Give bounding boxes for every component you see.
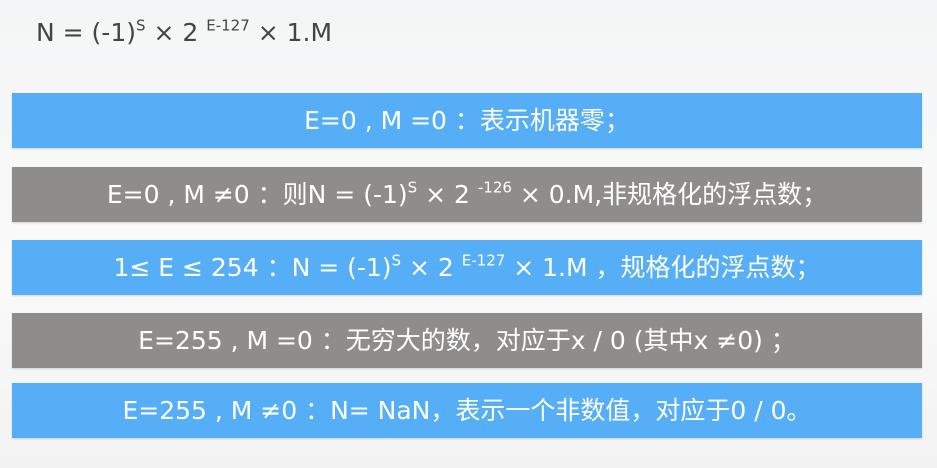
rule-sup: -126 bbox=[477, 178, 512, 196]
formula-text: N = (-1) bbox=[36, 18, 136, 47]
rule-line: E=0 , M ≠0 ：则N = (-1)S × 2 -126 × 0.M,非规… bbox=[107, 180, 827, 210]
float-formula: N = (-1)S × 2 E-127 × 1.M bbox=[36, 18, 332, 47]
formula-sup: E-127 bbox=[206, 16, 250, 35]
rule-text: × 2 bbox=[401, 252, 462, 282]
rule-machine-zero: E=0 , M =0 ：表示机器零； bbox=[12, 93, 922, 148]
rule-line: E=255 , M ≠0 ：N= NaN，表示一个非数值，对应于0 / 0。 bbox=[122, 396, 811, 426]
rule-sup: S bbox=[407, 178, 418, 196]
rule-nan: E=255 , M ≠0 ：N= NaN，表示一个非数值，对应于0 / 0。 bbox=[12, 383, 922, 438]
rule-text: × 0.M,非规格化的浮点数； bbox=[511, 179, 828, 209]
rule-line: 1≤ E ≤ 254 ：N = (-1)S × 2 E-127 × 1.M ，规… bbox=[113, 253, 820, 283]
rule-text: E=255 , M ≠0 ：N= NaN，表示一个非数值，对应于0 / 0。 bbox=[122, 395, 812, 425]
formula-text: × 1.M bbox=[249, 18, 333, 47]
rule-infinity: E=255 , M =0 ：无穷大的数，对应于x / 0 (其中x ≠0) ； bbox=[12, 313, 922, 368]
rule-normalized: 1≤ E ≤ 254 ：N = (-1)S × 2 E-127 × 1.M ，规… bbox=[12, 240, 922, 295]
formula-sup: S bbox=[135, 16, 146, 35]
rule-text: E=0 , M =0 ：表示机器零； bbox=[304, 105, 630, 135]
rule-text: × 1.M ，规格化的浮点数； bbox=[505, 252, 821, 282]
rule-text: × 2 bbox=[417, 179, 478, 209]
rule-sup: S bbox=[391, 251, 402, 269]
rule-line: E=255 , M =0 ：无穷大的数，对应于x / 0 (其中x ≠0) ； bbox=[138, 326, 796, 356]
rule-line: E=0 , M =0 ：表示机器零； bbox=[304, 106, 630, 136]
rule-text: E=0 , M ≠0 ：则N = (-1) bbox=[106, 179, 408, 209]
rule-denormalized: E=0 , M ≠0 ：则N = (-1)S × 2 -126 × 0.M,非规… bbox=[12, 167, 922, 222]
rule-text: E=255 , M =0 ：无穷大的数，对应于x / 0 (其中x ≠0) ； bbox=[138, 325, 796, 355]
rule-sup: E-127 bbox=[461, 251, 506, 269]
rule-text: 1≤ E ≤ 254 ：N = (-1) bbox=[113, 252, 392, 282]
formula-text: × 2 bbox=[145, 18, 207, 47]
